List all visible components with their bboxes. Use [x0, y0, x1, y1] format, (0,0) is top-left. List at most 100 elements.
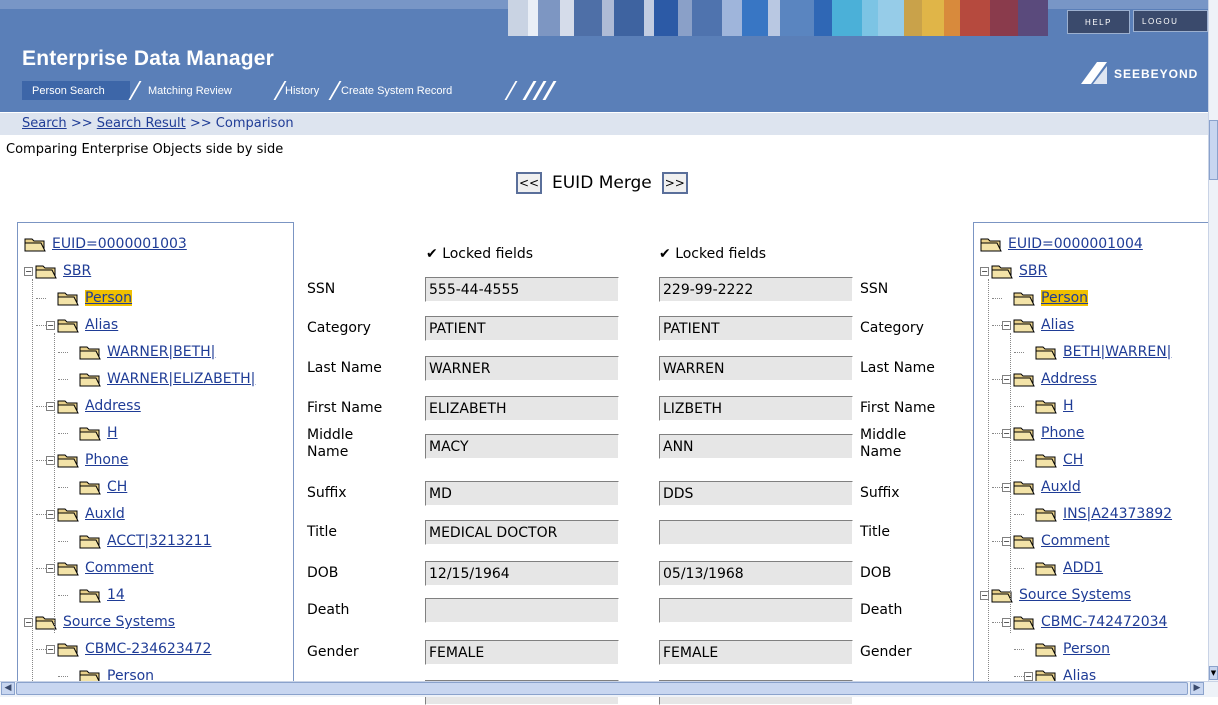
tree-node[interactable]: − Comment [1002, 531, 1110, 551]
tab-create-system-record[interactable]: Create System Record [341, 81, 452, 100]
help-button[interactable]: HELP [1067, 10, 1130, 34]
tree-node[interactable]: − Source Systems [24, 612, 175, 632]
tree-node[interactable]: − SBR [24, 261, 91, 281]
scroll-right-icon[interactable]: ▶ [1190, 682, 1204, 695]
tree-node-label[interactable]: SBR [63, 263, 91, 279]
tree-node[interactable]: − Alias [1002, 315, 1074, 335]
collapse-icon[interactable]: − [46, 644, 55, 654]
tree-node[interactable]: − AuxId [1002, 477, 1081, 497]
right-field-value[interactable]: DDS [659, 481, 853, 506]
tree-node-label[interactable]: Alias [1041, 317, 1074, 333]
tree-node-label[interactable]: Person [85, 290, 133, 306]
tree-node[interactable]: WARNER|BETH| [68, 342, 215, 362]
tree-node[interactable]: − CBMC-234623472 [46, 639, 211, 659]
right-field-value[interactable] [659, 520, 853, 545]
left-field-value[interactable]: FEMALE [425, 640, 619, 665]
right-field-value[interactable]: PATIENT [659, 316, 853, 341]
tree-node[interactable]: BETH|WARREN| [1024, 342, 1171, 362]
left-field-value[interactable]: 12/15/1964 [425, 561, 619, 586]
tree-node[interactable]: H [68, 423, 118, 443]
tree-node[interactable]: Person [46, 288, 133, 308]
tree-node-label[interactable]: INS|A24373892 [1063, 506, 1172, 522]
tree-node-label[interactable]: ADD1 [1063, 560, 1103, 576]
next-button[interactable]: >> [661, 172, 688, 194]
left-field-value[interactable]: MACY [425, 434, 619, 459]
left-field-value[interactable]: ELIZABETH [425, 396, 619, 421]
right-field-value[interactable]: LIZBETH [659, 396, 853, 421]
breadcrumb-search-link[interactable]: Search [22, 116, 67, 131]
tree-node-label[interactable]: Source Systems [63, 614, 175, 630]
tree-node-label[interactable]: AuxId [1041, 479, 1081, 495]
tree-node[interactable]: Person [1024, 639, 1110, 659]
tree-node-label[interactable]: 14 [107, 587, 125, 603]
tree-node-label[interactable]: Source Systems [1019, 587, 1131, 603]
tree-node-label[interactable]: Comment [1041, 533, 1110, 549]
tree-node-label[interactable]: H [1063, 398, 1074, 414]
horizontal-scroll-thumb[interactable] [16, 682, 1188, 695]
tree-node[interactable]: − Phone [46, 450, 128, 470]
tab-matching-review[interactable]: Matching Review [148, 81, 232, 100]
previous-button[interactable]: << [516, 172, 542, 194]
tree-node[interactable]: − Source Systems [980, 585, 1131, 605]
tree-node-label[interactable]: Person [1041, 290, 1089, 306]
tree-node-label[interactable]: AuxId [85, 506, 125, 522]
tree-node-label[interactable]: Address [85, 398, 141, 414]
left-field-value[interactable]: MEDICAL DOCTOR [425, 520, 619, 545]
tree-node[interactable]: − AuxId [46, 504, 125, 524]
vertical-scroll-thumb[interactable] [1209, 120, 1218, 180]
tree-node-label[interactable]: H [107, 425, 118, 441]
tab-person-search[interactable]: Person Search [22, 81, 130, 100]
tree-node-label[interactable]: CBMC-742472034 [1041, 614, 1167, 630]
tree-node-label[interactable]: CH [1063, 452, 1083, 468]
right-field-value[interactable] [659, 598, 853, 623]
vertical-scrollbar[interactable] [1208, 0, 1218, 681]
tab-history[interactable]: History [285, 81, 319, 100]
right-field-value[interactable]: FEMALE [659, 640, 853, 665]
tree-node-label[interactable]: SBR [1019, 263, 1047, 279]
collapse-icon[interactable]: − [46, 320, 55, 330]
tree-node-label[interactable]: WARNER|BETH| [107, 344, 215, 360]
tree-node[interactable]: EUID=0000001003 [24, 234, 187, 254]
tree-node[interactable]: EUID=0000001004 [980, 234, 1143, 254]
collapse-icon[interactable]: − [1024, 671, 1033, 681]
collapse-icon[interactable]: − [24, 266, 33, 276]
tree-node-label[interactable]: EUID=0000001003 [52, 236, 187, 252]
tree-node[interactable]: 14 [68, 585, 125, 605]
tree-node[interactable]: − Alias [46, 315, 118, 335]
tree-node-label[interactable]: CH [107, 479, 127, 495]
tree-node-label[interactable]: Address [1041, 371, 1097, 387]
tree-node-label[interactable]: Phone [85, 452, 128, 468]
right-field-value[interactable]: WARREN [659, 356, 853, 381]
left-field-value[interactable]: WARNER [425, 356, 619, 381]
collapse-icon[interactable]: − [1002, 320, 1011, 330]
tree-node-label[interactable]: Comment [85, 560, 154, 576]
tree-node-label[interactable]: ACCT|3213211 [107, 533, 212, 549]
tree-node-label[interactable]: CBMC-234623472 [85, 641, 211, 657]
left-field-value[interactable]: PATIENT [425, 316, 619, 341]
tree-node[interactable]: INS|A24373892 [1024, 504, 1172, 524]
collapse-icon[interactable]: − [980, 266, 989, 276]
tree-node[interactable]: − SBR [980, 261, 1047, 281]
scroll-left-icon[interactable]: ◀ [1, 682, 15, 695]
tree-node-label[interactable]: WARNER|ELIZABETH| [107, 371, 255, 387]
left-field-value[interactable] [425, 598, 619, 623]
tree-node-label[interactable]: Phone [1041, 425, 1084, 441]
tree-node[interactable]: − Address [46, 396, 141, 416]
left-field-value[interactable]: MD [425, 481, 619, 506]
tree-node[interactable]: Person [1002, 288, 1089, 308]
scroll-down-icon[interactable]: ▼ [1209, 666, 1218, 680]
tree-node[interactable]: ADD1 [1024, 558, 1103, 578]
breadcrumb-search-result-link[interactable]: Search Result [97, 116, 186, 131]
tree-node-label[interactable]: EUID=0000001004 [1008, 236, 1143, 252]
tree-node[interactable]: − Address [1002, 369, 1097, 389]
right-field-value[interactable]: ANN [659, 434, 853, 459]
tree-node[interactable]: CH [1024, 450, 1083, 470]
tree-node[interactable]: − CBMC-742472034 [1002, 612, 1167, 632]
right-field-value[interactable]: 229-99-2222 [659, 277, 853, 302]
logout-button[interactable]: LOGOU [1133, 10, 1208, 32]
tree-node[interactable]: ACCT|3213211 [68, 531, 212, 551]
tree-node-label[interactable]: BETH|WARREN| [1063, 344, 1171, 360]
tree-node[interactable]: − Phone [1002, 423, 1084, 443]
tree-node[interactable]: CH [68, 477, 127, 497]
tree-node-label[interactable]: Person [1063, 641, 1110, 657]
